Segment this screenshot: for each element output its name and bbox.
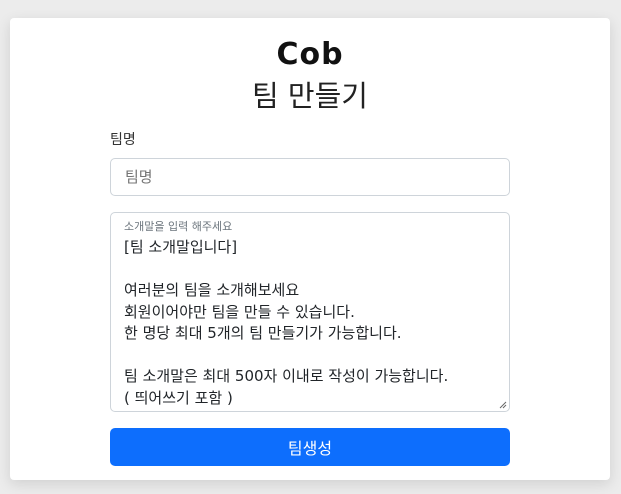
intro-field: 소개말을 입력 해주세요 [팀 소개말입니다] 여러분의 팀을 소개해보세요 회… bbox=[110, 212, 510, 412]
team-name-label: 팀명 bbox=[110, 132, 136, 148]
page-title: 팀 만들기 bbox=[252, 79, 368, 113]
create-team-card: Cob 팀 만들기 팀명 소개말을 입력 해주세요 [팀 소개말입니다] 여러분… bbox=[10, 18, 610, 480]
intro-textarea[interactable]: [팀 소개말입니다] 여러분의 팀을 소개해보세요 회원이어야만 팀을 만들 수… bbox=[111, 235, 509, 411]
cob-logo: Cob bbox=[276, 37, 344, 72]
team-name-input[interactable] bbox=[110, 158, 510, 196]
intro-floating-label: 소개말을 입력 해주세요 bbox=[124, 220, 233, 233]
resize-grip-icon[interactable] bbox=[499, 401, 507, 409]
create-team-button[interactable]: 팀생성 bbox=[110, 428, 510, 466]
